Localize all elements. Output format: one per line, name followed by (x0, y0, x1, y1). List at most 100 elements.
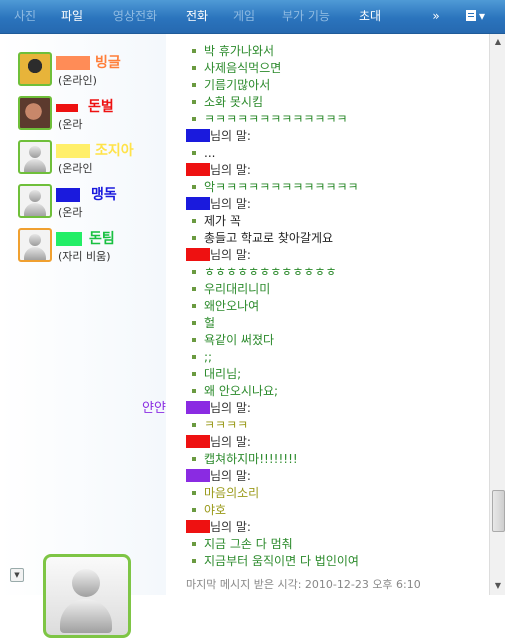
redaction-block (186, 197, 210, 210)
sender-alias: 얀얀 (142, 401, 166, 416)
sender-suffix: 님의 말: (210, 197, 251, 211)
tab-game[interactable]: 게임 (227, 0, 261, 33)
chat-log: 박 휴가나와서 사제음식먹으면 기름기많아서 소화 못시킴 ㅋㅋㅋㅋㅋㅋㅋㅋㅋㅋㅋㅋㅋ 님… (142, 34, 489, 595)
contact-status: (온라 (58, 118, 83, 131)
redaction-block (186, 520, 210, 533)
contact-status: (자리 비움) (58, 250, 111, 263)
bullet-icon (192, 491, 196, 495)
contact-item[interactable]: 돈벌 (온라 (0, 96, 166, 140)
bullet-icon (192, 338, 196, 342)
bullet-icon (192, 542, 196, 546)
sender-label: 님의 말: (186, 162, 251, 179)
contact-item[interactable]: 빙글 (온라인) (0, 52, 166, 96)
sender-label: 님의 말: (186, 519, 251, 536)
contact-panel: 빙글 (온라인) 돈벌 (온라 조지아 (온라인 맹독 (온라 돈팀 (자리 비… (0, 34, 166, 638)
message-text: ;; (204, 350, 213, 364)
bullet-icon (192, 304, 196, 308)
contact-name: 돈팀 (89, 231, 115, 247)
bullet-icon (192, 389, 196, 393)
sender-label: 님의 말: (186, 468, 251, 485)
sender-label: 님의 말: (186, 434, 251, 451)
avatar (18, 52, 52, 86)
avatar (18, 96, 52, 130)
sender-label: 님의 말: (186, 128, 251, 145)
bullet-icon (192, 559, 196, 563)
bullet-icon (192, 355, 196, 359)
bullet-icon (192, 423, 196, 427)
message-text: ㅋㅋㅋㅋㅋㅋㅋㅋㅋㅋㅋㅋㅋ (204, 112, 348, 126)
sender-suffix: 님의 말: (210, 469, 251, 483)
bullet-icon (192, 508, 196, 512)
expand-toggle-button[interactable]: ▼ (10, 568, 24, 582)
tab-video-call[interactable]: 영상전화 (105, 0, 165, 33)
chat-scrollbar[interactable]: ▲ ▼ (489, 34, 505, 595)
bullet-icon (192, 236, 196, 240)
contact-item[interactable]: 돈팀 (자리 비움) (0, 228, 166, 272)
contact-name: 돈벌 (88, 99, 114, 115)
sender-label: 님의 말: (186, 400, 251, 417)
redaction-block (186, 163, 210, 176)
redaction-block (56, 144, 90, 158)
message-text: 캡쳐하지마!!!!!!!! (204, 452, 298, 466)
avatar (18, 228, 52, 262)
message-text: 우리대리니미 (204, 282, 271, 296)
avatar (18, 140, 52, 174)
contact-name: 맹독 (91, 187, 117, 203)
bullet-icon (192, 117, 196, 121)
bullet-icon (192, 151, 196, 155)
message-text: 마음의소리 (204, 486, 260, 500)
bullet-icon (192, 185, 196, 189)
message-text: 왜안오나여 (204, 299, 260, 313)
scrollbar-thumb[interactable] (492, 490, 505, 532)
message-text: ㅎㅎㅎㅎㅎㅎㅎㅎㅎㅎㅎㅎ (204, 265, 337, 279)
redaction-block (56, 232, 82, 246)
contact-status: (온라인) (58, 74, 97, 87)
message-text: 야호 (204, 503, 227, 517)
scroll-down-arrow-icon[interactable]: ▼ (493, 581, 503, 591)
tab-phone[interactable]: 전화 (180, 0, 214, 33)
bullet-icon (192, 219, 196, 223)
message-text: 헐 (204, 316, 216, 330)
message-text: 악ㅋㅋㅋㅋㅋㅋㅋㅋㅋㅋㅋㅋㅋ (204, 180, 359, 194)
contact-status: (온라 (58, 206, 83, 219)
message-text: 대리님; (204, 367, 242, 381)
tab-invite[interactable]: 초대 (350, 0, 390, 33)
contact-status: (온라인 (58, 162, 93, 175)
redaction-block (56, 188, 80, 202)
tab-file[interactable]: 파일 (55, 0, 89, 33)
tab-extras[interactable]: 부가 기능 (276, 0, 336, 33)
message-text: ㅋㅋㅋㅋ (204, 418, 249, 432)
contact-item[interactable]: 조지아 (온라인 (0, 140, 166, 184)
redaction-block (186, 435, 210, 448)
my-avatar[interactable] (43, 554, 131, 638)
redaction-block (186, 469, 210, 482)
message-text: 지금 그손 다 멈춰 (204, 537, 293, 551)
bullet-icon (192, 457, 196, 461)
scroll-up-arrow-icon[interactable]: ▲ (493, 37, 503, 47)
contact-name: 빙글 (95, 55, 121, 71)
sender-suffix: 님의 말: (210, 163, 251, 177)
chevron-down-icon: ▾ (478, 9, 486, 23)
message-text: 욕같이 써졌다 (204, 333, 275, 347)
redaction-block (186, 248, 210, 261)
message-text: 소화 못시킴 (204, 95, 264, 109)
more-button[interactable]: » (428, 0, 444, 33)
bullet-icon (192, 287, 196, 291)
tab-photo[interactable]: 사진 (8, 0, 42, 33)
message-text: ... (204, 146, 216, 160)
message-text: 제가 꼭 (204, 214, 241, 228)
last-message-timestamp: 마지막 메시지 받은 시각: 2010-12-23 오후 6:10 (186, 578, 421, 591)
avatar (18, 184, 52, 218)
contact-item[interactable]: 맹독 (온라 (0, 184, 166, 228)
bullet-icon (192, 83, 196, 87)
bullet-icon (192, 100, 196, 104)
bullet-icon (192, 270, 196, 274)
menu-icon[interactable]: ▾ (462, 0, 488, 33)
message-text: 박 휴가나와서 (204, 44, 275, 58)
sender-suffix: 님의 말: (210, 435, 251, 449)
sender-suffix: 님의 말: (210, 401, 251, 415)
redaction-block (56, 104, 78, 112)
message-text: 사제음식먹으면 (204, 61, 282, 75)
bullet-icon (192, 49, 196, 53)
redaction-block (186, 401, 210, 414)
